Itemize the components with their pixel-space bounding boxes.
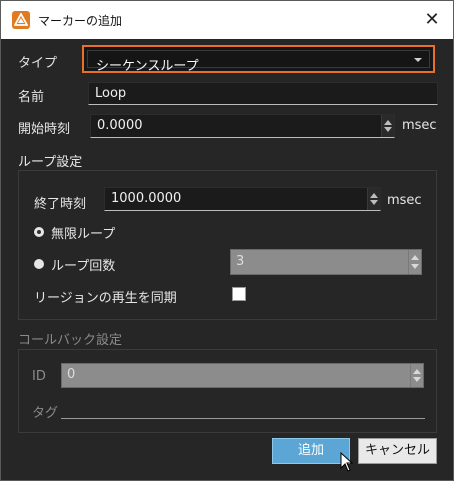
- start-time-input[interactable]: 0.0000: [90, 114, 395, 138]
- sync-region-label: リージョンの再生を同期: [34, 291, 177, 306]
- loop-count-label: ループ回数: [51, 259, 116, 274]
- loop-count-spinner: [408, 250, 421, 274]
- spin-down-icon: [411, 264, 419, 269]
- callback-tag-input: [61, 396, 425, 419]
- callback-settings-group: [18, 349, 437, 433]
- type-dropdown-value: シーケンスループ: [96, 59, 199, 74]
- app-logo-icon: [12, 11, 30, 29]
- callback-id-input: 0: [61, 363, 424, 388]
- name-input[interactable]: Loop: [88, 82, 438, 105]
- spin-up-icon: [413, 369, 421, 374]
- type-dropdown[interactable]: シーケンスループ: [82, 45, 435, 74]
- start-time-unit: msec: [402, 118, 437, 133]
- loop-count-value: 3: [236, 254, 245, 269]
- add-marker-dialog: マーカーの追加 ✕ タイプ シーケンスループ 名前 Loop 開始時刻 0.00…: [0, 0, 454, 481]
- start-time-value: 0.0000: [97, 118, 143, 133]
- spin-down-icon[interactable]: [384, 127, 392, 132]
- start-time-label: 開始時刻: [18, 122, 71, 137]
- loop-count-input: 3: [230, 249, 422, 275]
- spin-up-icon[interactable]: [384, 120, 392, 125]
- spin-down-icon[interactable]: [370, 200, 378, 205]
- end-time-value: 1000.0000: [111, 191, 182, 206]
- type-label: タイプ: [18, 56, 58, 71]
- infinite-loop-label: 無限ループ: [51, 227, 116, 242]
- chevron-down-icon: [414, 58, 422, 62]
- callback-tag-label: タグ: [32, 406, 59, 421]
- end-time-unit: msec: [387, 193, 422, 208]
- name-input-value: Loop: [95, 86, 127, 101]
- callback-id-label: ID: [32, 369, 46, 384]
- cancel-button[interactable]: キャンセル: [358, 438, 437, 464]
- end-time-spinner[interactable]: [367, 188, 380, 210]
- callback-settings-title: コールバック設定: [18, 333, 123, 348]
- start-time-spinner[interactable]: [381, 115, 394, 137]
- loop-count-radio[interactable]: [34, 259, 44, 269]
- title-bar: マーカーの追加 ✕: [1, 1, 453, 39]
- end-time-label: 終了時刻: [34, 197, 87, 212]
- dialog-title: マーカーの追加: [38, 14, 123, 28]
- name-label: 名前: [18, 90, 45, 105]
- loop-settings-title: ループ設定: [18, 155, 83, 170]
- spin-down-icon: [413, 377, 421, 382]
- add-button[interactable]: 追加: [272, 438, 350, 464]
- type-dropdown-box: シーケンスループ: [87, 50, 430, 74]
- spin-up-icon[interactable]: [370, 193, 378, 198]
- spin-up-icon: [411, 255, 419, 260]
- sync-region-checkbox[interactable]: [232, 287, 246, 301]
- close-icon[interactable]: ✕: [421, 9, 443, 31]
- end-time-input[interactable]: 1000.0000: [104, 187, 381, 211]
- infinite-loop-radio[interactable]: [34, 227, 44, 237]
- mouse-pointer-icon: [340, 451, 354, 476]
- callback-id-value: 0: [67, 367, 76, 382]
- callback-id-spinner: [410, 364, 423, 387]
